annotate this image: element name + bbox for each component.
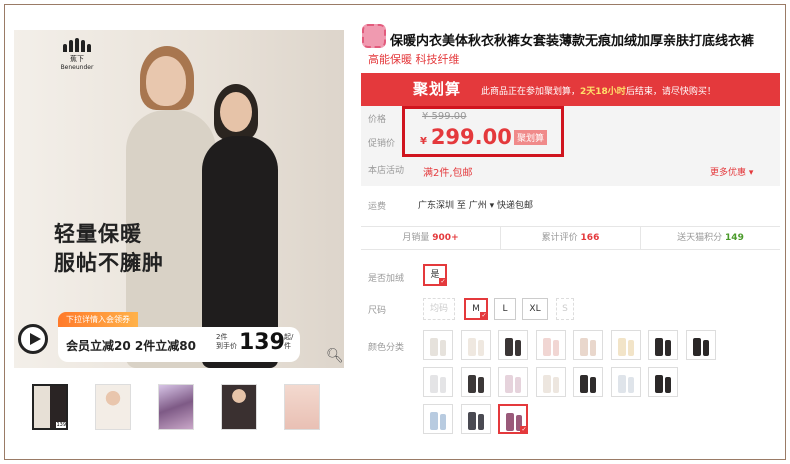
store-activity[interactable]: 满2件,包邮: [423, 164, 473, 179]
promo-small: 2件 到手价: [216, 333, 237, 350]
promo-unit: 起/件: [284, 333, 294, 350]
promo-text: 会员立减20 2件立减80: [66, 339, 196, 353]
fleece-option-yes[interactable]: 是: [423, 264, 447, 286]
thumbnail-strip: 139: [32, 384, 320, 430]
thumbnail-1[interactable]: 139: [32, 384, 68, 430]
promo-price: 139: [239, 330, 285, 355]
store-activity-label: 本店活动: [368, 166, 405, 176]
color-swatch-3[interactable]: [498, 330, 528, 360]
tmall-badge-icon: [362, 24, 386, 48]
shipping-label: 运费: [368, 202, 387, 212]
size-label: 尺码: [368, 306, 387, 316]
juhuasuan-banner: 聚划算 此商品正在参加聚划算，2天18小时后结束，请尽快购买！: [361, 73, 780, 106]
color-swatch-8[interactable]: [685, 330, 716, 360]
color-swatch-11[interactable]: [498, 367, 528, 397]
color-swatch-5[interactable]: [573, 330, 603, 360]
fleece-label: 是否加绒: [368, 274, 405, 284]
color-swatch-9[interactable]: [423, 367, 453, 397]
gallery-slogan: 轻量保暖 服帖不臃肿: [54, 222, 164, 275]
color-swatch-13[interactable]: [573, 367, 603, 397]
juhuasuan-logo: 聚划算: [413, 80, 462, 98]
color-swatch-7[interactable]: [648, 330, 678, 360]
juhuasuan-info: 此商品正在参加聚划算，2天18小时后结束，请尽快购买！: [481, 87, 716, 97]
color-swatch-6[interactable]: [610, 330, 641, 360]
promo-tag: 下拉详情入会领券: [58, 312, 138, 327]
size-option-m[interactable]: M: [464, 298, 488, 320]
thumbnail-4[interactable]: [221, 384, 257, 430]
color-swatch-15[interactable]: [648, 367, 678, 397]
product-subtitle: 高能保暖 科技纤维: [368, 53, 460, 66]
original-price: ¥ 599.00: [422, 111, 467, 122]
thumbnail-3[interactable]: [158, 384, 194, 430]
color-swatch-17[interactable]: [460, 404, 491, 434]
product-title: 保暖内衣美体秋衣秋裤女套装薄款无痕加绒加厚亲肤打底线衣裤: [390, 34, 755, 49]
monthly-sales: 月销量 900+: [361, 227, 501, 249]
shipping-info[interactable]: 广东深圳 至 广州 ▾ 快递包邮: [418, 198, 533, 211]
size-option-s[interactable]: S: [556, 298, 574, 320]
thumbnail-5[interactable]: [284, 384, 320, 430]
color-swatch-4[interactable]: [535, 330, 566, 360]
thumbnail-2[interactable]: [95, 384, 131, 430]
juhuasuan-price-tag: 聚划算: [514, 130, 548, 145]
color-swatch-16[interactable]: [423, 404, 453, 434]
price-label: 价格: [368, 115, 387, 125]
total-reviews[interactable]: 累计评价 166: [501, 227, 641, 249]
more-discounts-link[interactable]: 更多优惠 ▾: [710, 165, 753, 178]
play-video-button[interactable]: [18, 324, 48, 354]
size-option-xl[interactable]: XL: [522, 298, 548, 320]
color-swatch-10[interactable]: [460, 367, 491, 397]
size-option-onesize[interactable]: 均码: [423, 298, 455, 320]
zoom-icon[interactable]: 🔍︎: [326, 348, 344, 364]
size-option-l[interactable]: L: [494, 298, 516, 320]
promo-price-label: 促销价: [368, 139, 396, 149]
color-swatch-14[interactable]: [610, 367, 641, 397]
brand-logo: 蕉下 Beneunder: [60, 38, 94, 71]
color-swatch-1[interactable]: [423, 330, 453, 360]
color-swatch-18[interactable]: [498, 404, 528, 434]
stats-bar: 月销量 900+ 累计评价 166 送天猫积分 149: [361, 226, 780, 250]
color-swatch-12[interactable]: [535, 367, 566, 397]
color-swatch-2[interactable]: [460, 330, 491, 360]
current-price: ¥ 299.00: [420, 125, 512, 149]
promo-card: 下拉详情入会领券 会员立减20 2件立减80 2件 到手价 139 起/件: [58, 312, 300, 364]
color-label: 颜色分类: [368, 343, 405, 353]
tmall-points: 送天猫积分 149: [677, 233, 744, 243]
